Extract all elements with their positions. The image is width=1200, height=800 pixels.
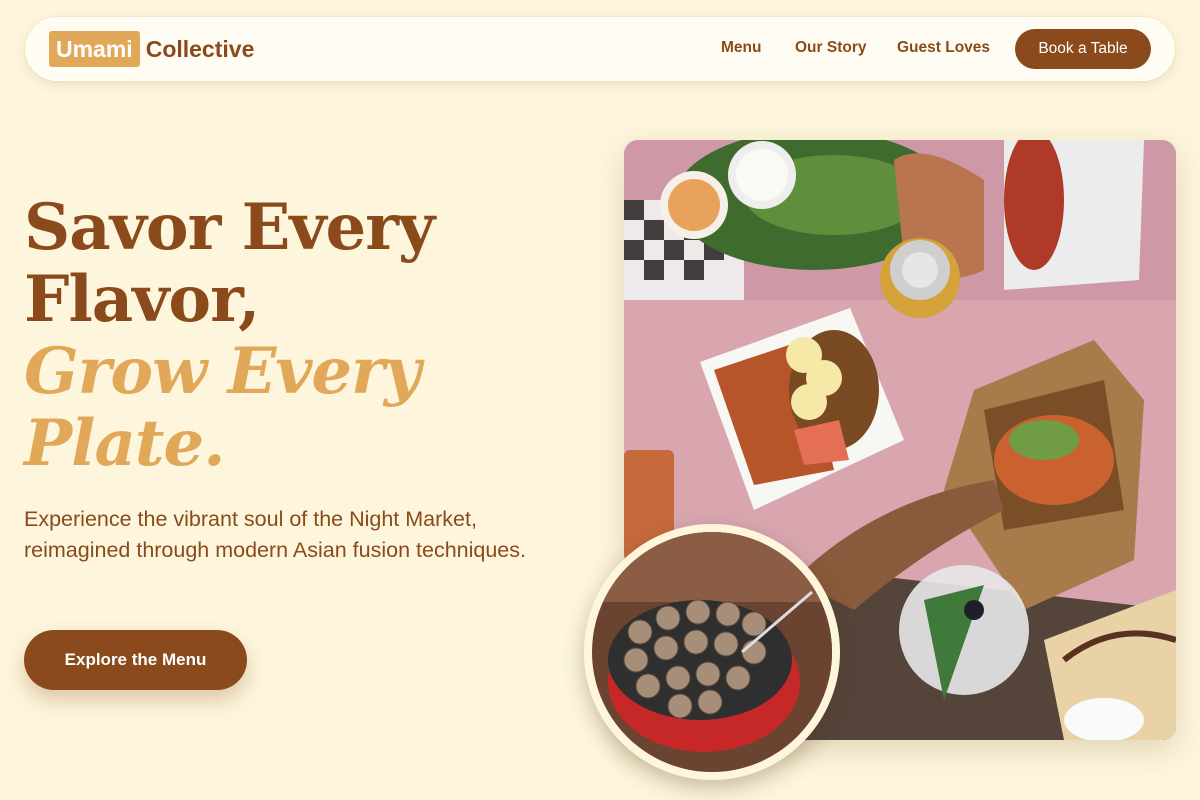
hero-description: Experience the vibrant soul of the Night… [24,507,526,562]
brand-logo[interactable]: Umami Collective [49,30,254,68]
navbar: Umami Collective Menu Our Story Guest Lo… [25,17,1175,81]
brand-logo-name: Collective [145,35,255,62]
headline-accent-line-1: Grow Every [24,334,421,409]
explore-menu-button[interactable]: Explore the Menu [24,630,247,690]
headline-line-1: Savor Every [24,190,435,265]
brand-logo-badge: Umami [49,31,140,67]
nav-link-menu[interactable]: Menu [721,39,761,57]
takoyaki-illustration [592,532,832,772]
takoyaki-circle-photo [584,524,840,780]
headline-accent-line-2: Plate. [24,406,225,481]
hero-headline: Savor Every Flavor, Grow Every Plate. [24,190,435,481]
book-table-button[interactable]: Book a Table [1015,29,1151,69]
nav-link-guest-loves[interactable]: Guest Loves [897,39,990,57]
nav-link-our-story[interactable]: Our Story [795,39,866,57]
headline-line-2: Flavor, [24,262,260,337]
